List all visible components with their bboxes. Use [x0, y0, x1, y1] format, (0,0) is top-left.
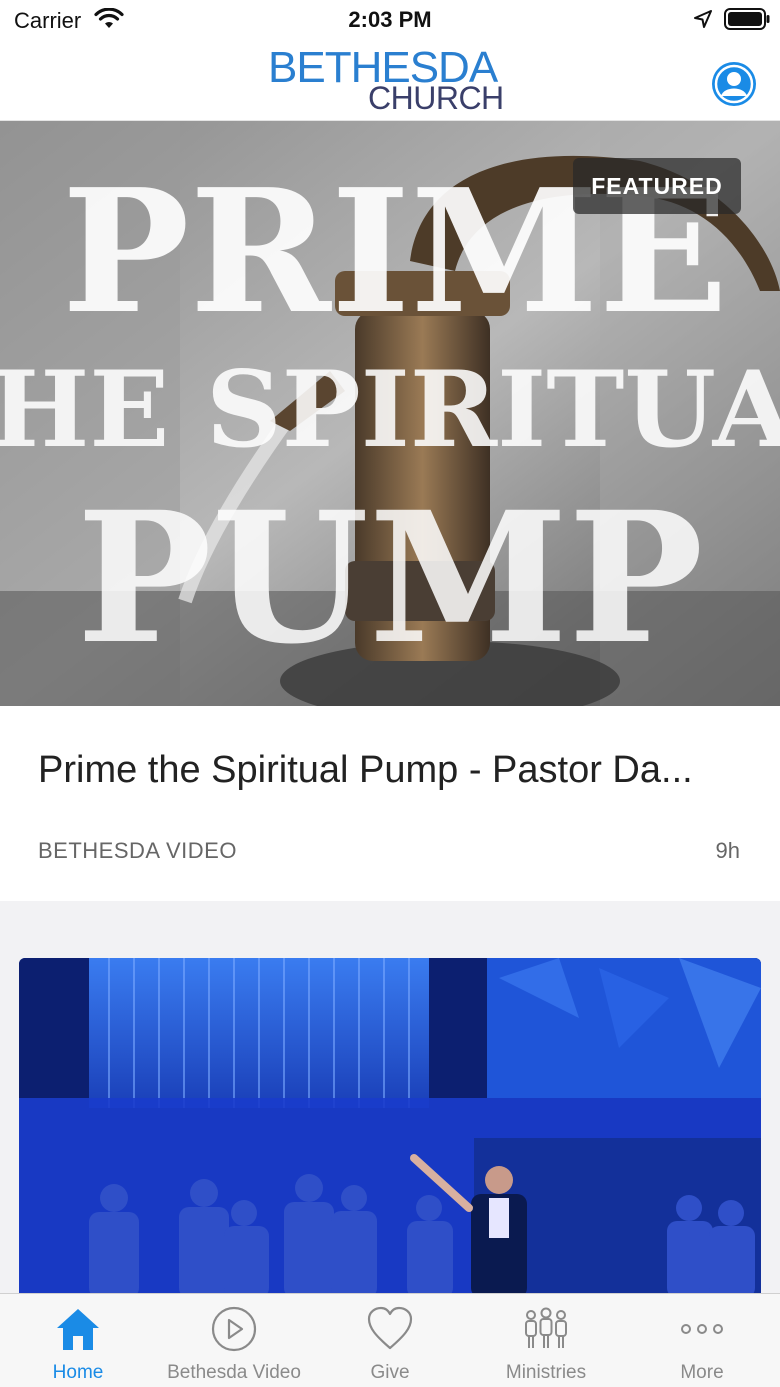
featured-badge: FEATURED	[573, 158, 741, 214]
tab-more-label: More	[680, 1362, 724, 1383]
tab-give[interactable]: Give	[312, 1294, 468, 1387]
user-icon	[714, 64, 754, 104]
featured-post-card[interactable]: PRIME THE SPIRITUAL PUMP FEATURED Prime …	[0, 121, 780, 901]
tab-give-label: Give	[370, 1362, 410, 1383]
location-arrow-icon	[694, 10, 712, 28]
logo-line-2: CHURCH	[368, 80, 504, 116]
featured-image[interactable]: PRIME THE SPIRITUAL PUMP FEATURED	[0, 121, 780, 706]
battery-icon	[724, 8, 770, 30]
tab-home[interactable]: Home	[0, 1294, 156, 1387]
heart-icon	[367, 1306, 413, 1350]
tab-bethesda-video[interactable]: Bethesda Video	[156, 1294, 312, 1387]
tab-bar: Home Bethesda Video Give Ministries More	[0, 1293, 780, 1387]
people-icon	[525, 1307, 567, 1348]
home-icon	[57, 1309, 99, 1350]
worship-photo	[19, 958, 761, 1298]
artwork-word-3: PUMP	[77, 473, 704, 684]
featured-age: 9h	[715, 838, 740, 863]
artwork-word-2: THE SPIRITUAL	[0, 347, 780, 471]
tab-bethesda-video-label: Bethesda Video	[167, 1362, 301, 1383]
tab-ministries[interactable]: Ministries	[468, 1294, 624, 1387]
more-dots-icon	[681, 1324, 723, 1334]
tab-more[interactable]: More	[624, 1294, 780, 1387]
status-bar: Carrier 2:03 PM	[0, 0, 780, 40]
app-header: BETHESDA CHURCH	[0, 40, 780, 121]
church-logo: BETHESDA CHURCH	[268, 46, 513, 116]
tab-ministries-label: Ministries	[505, 1362, 587, 1383]
featured-title[interactable]: Prime the Spiritual Pump - Pastor Da...	[38, 749, 738, 792]
post-card-worship[interactable]	[19, 958, 761, 1298]
profile-button[interactable]	[712, 62, 756, 106]
status-time: 2:03 PM	[348, 7, 432, 32]
tab-home-label: Home	[52, 1362, 104, 1383]
featured-source: BETHESDA VIDEO	[38, 838, 237, 863]
play-circle-icon	[211, 1306, 257, 1352]
